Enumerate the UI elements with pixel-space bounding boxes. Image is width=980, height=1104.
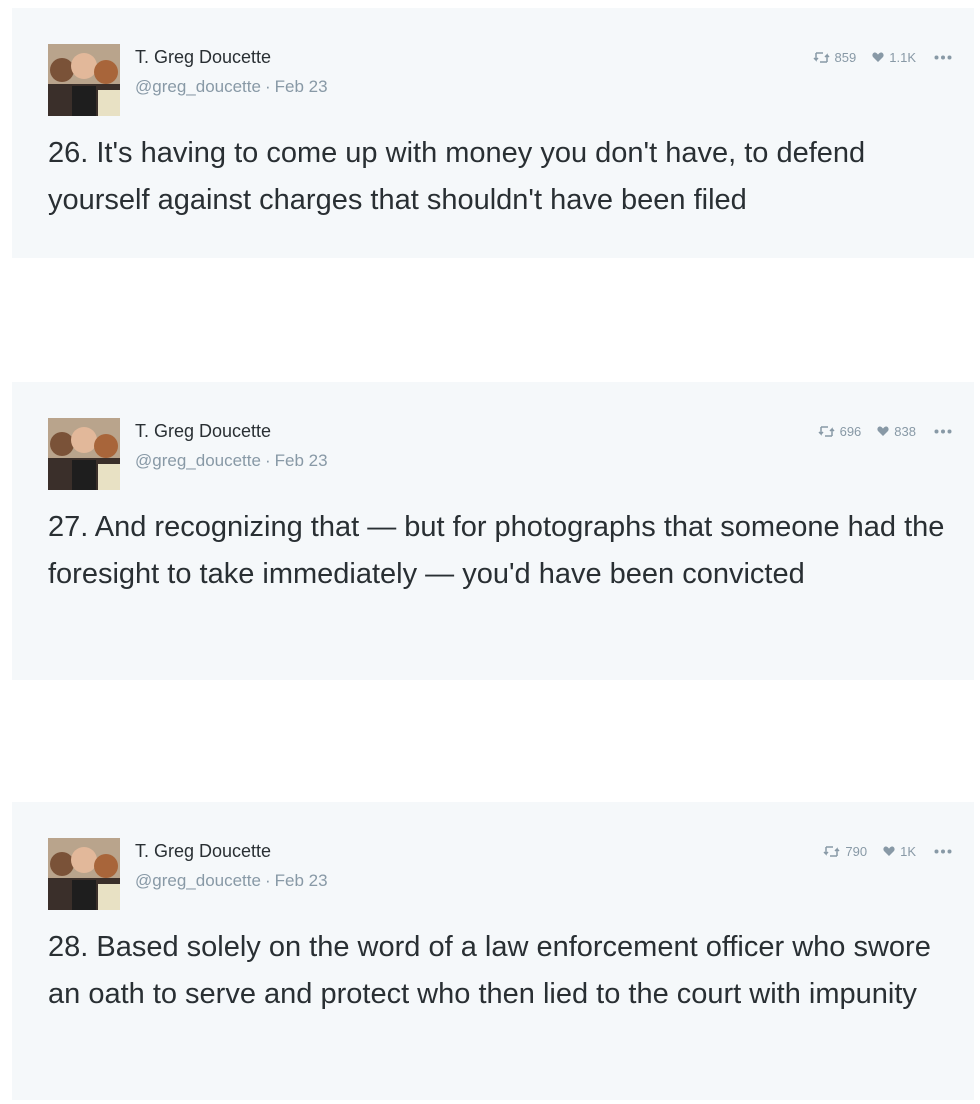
retweet-count: 859 xyxy=(834,50,857,65)
like-button[interactable]: 1K xyxy=(883,844,916,859)
author-handle[interactable]: @greg_doucette xyxy=(135,871,261,890)
tweet-author: T. Greg Doucette @greg_doucette · Feb 23 xyxy=(135,420,328,472)
retweet-button[interactable]: 790 xyxy=(823,844,867,859)
retweet-icon xyxy=(813,52,830,63)
author-meta: @greg_doucette · Feb 23 xyxy=(135,76,328,98)
meta-separator: · xyxy=(264,871,271,890)
more-dots-icon[interactable] xyxy=(934,429,952,434)
tweet-actions: 696 838 xyxy=(802,424,952,439)
more-dots-icon[interactable] xyxy=(934,849,952,854)
tweet-author: T. Greg Doucette @greg_doucette · Feb 23 xyxy=(135,46,328,98)
meta-separator: · xyxy=(264,451,271,470)
retweet-count: 790 xyxy=(845,844,868,859)
author-name[interactable]: T. Greg Doucette xyxy=(135,420,328,442)
author-meta: @greg_doucette · Feb 23 xyxy=(135,450,328,472)
tweet-date[interactable]: Feb 23 xyxy=(275,871,328,890)
tweet-date[interactable]: Feb 23 xyxy=(275,451,328,470)
heart-icon xyxy=(872,52,884,63)
like-count: 838 xyxy=(894,424,916,439)
like-button[interactable]: 838 xyxy=(877,424,916,439)
author-name[interactable]: T. Greg Doucette xyxy=(135,840,328,862)
author-handle[interactable]: @greg_doucette xyxy=(135,77,261,96)
tweet-text: 28. Based solely on the word of a law en… xyxy=(48,931,931,1010)
author-name[interactable]: T. Greg Doucette xyxy=(135,46,328,68)
tweet-date[interactable]: Feb 23 xyxy=(275,77,328,96)
tweet-text: 26. It's having to come up with money yo… xyxy=(48,137,866,216)
retweet-icon xyxy=(823,846,840,857)
tweet-text: 27. And recognizing that — but for photo… xyxy=(48,511,945,590)
heart-icon xyxy=(883,846,895,857)
more-dots-icon[interactable] xyxy=(934,55,952,60)
retweet-button[interactable]: 696 xyxy=(818,424,862,439)
tweet-actions: 790 1K xyxy=(807,844,952,859)
tweet-author: T. Greg Doucette @greg_doucette · Feb 23 xyxy=(135,840,328,892)
meta-separator: · xyxy=(264,77,271,96)
retweet-count: 696 xyxy=(839,424,862,439)
like-button[interactable]: 1.1K xyxy=(872,50,916,65)
like-count: 1.1K xyxy=(889,50,916,65)
retweet-button[interactable]: 859 xyxy=(813,50,857,65)
avatar[interactable] xyxy=(48,44,120,116)
heart-icon xyxy=(877,426,889,437)
tweet-card[interactable]: T. Greg Doucette @greg_doucette · Feb 23 6… xyxy=(12,382,974,680)
retweet-icon xyxy=(818,426,835,437)
tweet-card[interactable]: T. Greg Doucette @greg_doucette · Feb 23 7… xyxy=(12,802,974,1100)
author-handle[interactable]: @greg_doucette xyxy=(135,451,261,470)
tweet-card[interactable]: T. Greg Doucette @greg_doucette · Feb 23 8… xyxy=(12,8,974,258)
like-count: 1K xyxy=(900,844,916,859)
avatar[interactable] xyxy=(48,838,120,910)
tweet-actions: 859 1.1K xyxy=(797,50,952,65)
author-meta: @greg_doucette · Feb 23 xyxy=(135,870,328,892)
avatar[interactable] xyxy=(48,418,120,490)
